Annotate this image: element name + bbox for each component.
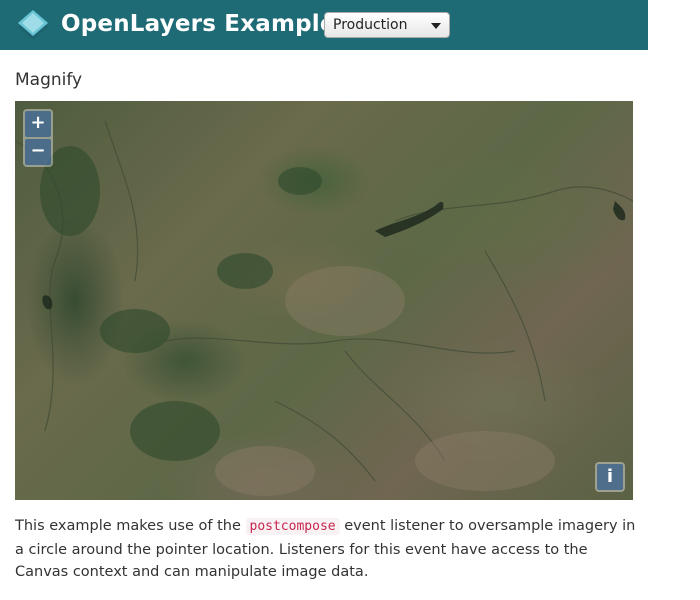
map-viewport[interactable]: + − i: [15, 101, 633, 500]
version-select-value: Production: [333, 17, 408, 33]
navbar: OpenLayers Examples Production: [0, 0, 648, 50]
attribution-control: i: [595, 462, 625, 492]
page-title: Magnify: [15, 70, 83, 90]
brand-title[interactable]: OpenLayers Examples: [61, 8, 350, 40]
zoom-out-button[interactable]: −: [25, 139, 51, 165]
postcompose-code: postcompose: [245, 518, 340, 535]
attribution-info-button[interactable]: i: [597, 464, 623, 490]
chevron-down-icon: [431, 23, 441, 29]
description-text-before: This example makes use of the: [15, 518, 246, 534]
version-select[interactable]: Production: [324, 12, 450, 38]
satellite-imagery: [15, 120, 633, 496]
zoom-control: + −: [23, 109, 53, 167]
openlayers-logo-icon[interactable]: [16, 8, 50, 42]
zoom-in-button[interactable]: +: [25, 111, 51, 137]
example-description: This example makes use of the postcompos…: [15, 515, 645, 584]
